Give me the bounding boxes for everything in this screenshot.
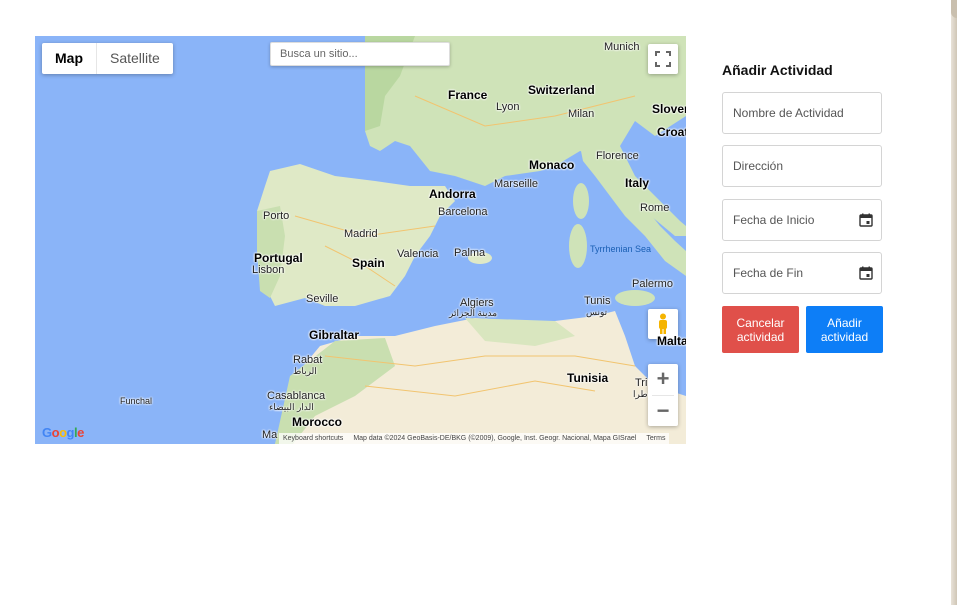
map-type-satellite-button[interactable]: Satellite xyxy=(97,43,173,74)
map-label: Munich xyxy=(604,41,640,53)
map-label: Croat xyxy=(657,125,686,139)
map-label: Switzerland xyxy=(528,83,595,97)
map-label: Italy xyxy=(625,176,650,190)
window-edge xyxy=(951,0,957,605)
map-label: Florence xyxy=(596,150,639,162)
map-label: Palermo xyxy=(632,278,673,290)
google-logo: Google xyxy=(42,425,84,440)
map-label: Porto xyxy=(263,210,290,222)
map-label: Malta xyxy=(657,334,686,348)
map-label: Palma xyxy=(454,247,486,259)
map-type-map-button[interactable]: Map xyxy=(42,43,97,74)
map-label: تونس xyxy=(586,307,608,317)
cancel-activity-button[interactable]: Cancelar actividad xyxy=(722,306,799,353)
map-label: Rabat xyxy=(293,354,323,366)
map-label: Lyon xyxy=(496,101,520,113)
fullscreen-icon xyxy=(655,51,671,67)
map-footer: Keyboard shortcuts Map data ©2024 GeoBas… xyxy=(279,433,670,444)
map-label: Ma xyxy=(262,429,278,441)
keyboard-shortcuts-link[interactable]: Keyboard shortcuts xyxy=(283,433,343,444)
calendar-icon[interactable] xyxy=(859,213,873,227)
map-label: Gibraltar xyxy=(309,328,360,342)
map-label: Tri xyxy=(635,377,648,389)
end-date-input[interactable]: Fecha de Fin xyxy=(722,252,882,294)
zoom-in-button[interactable]: + xyxy=(648,364,678,395)
map-label: Rome xyxy=(640,202,670,214)
map-label: Milan xyxy=(568,108,595,120)
map-label: Portugal xyxy=(254,251,303,265)
end-date-placeholder: Fecha de Fin xyxy=(733,266,804,280)
start-date-input[interactable]: Fecha de Inicio xyxy=(722,199,882,241)
fullscreen-button[interactable] xyxy=(648,44,678,74)
map-label: Tyrrhenian Sea xyxy=(590,244,652,254)
map-label: طرا xyxy=(633,389,648,399)
map-label: الرباط xyxy=(293,366,317,376)
terms-link[interactable]: Terms xyxy=(646,433,665,444)
form-title: Añadir Actividad xyxy=(722,62,833,78)
map-label: الدار البيضاء xyxy=(269,402,314,412)
map-type-control[interactable]: Map Satellite xyxy=(42,43,173,74)
map-label: Spain xyxy=(352,256,385,270)
place-search-input[interactable]: Busca un sitio... xyxy=(270,42,450,66)
map-label: Slover xyxy=(652,102,686,116)
map-label: Casablanca xyxy=(267,390,326,402)
map-label: Funchal xyxy=(120,396,153,406)
start-date-placeholder: Fecha de Inicio xyxy=(733,213,815,227)
activity-name-input[interactable]: Nombre de Actividad xyxy=(722,92,882,134)
map-label: Marseille xyxy=(494,178,539,190)
map-label: Tunis xyxy=(584,295,611,307)
window-corner xyxy=(951,0,957,18)
zoom-control[interactable]: + − xyxy=(648,364,678,426)
map-label: Lisbon xyxy=(252,264,285,276)
map-view[interactable]: Map Satellite Busca un sitio... + − Muni… xyxy=(35,36,686,444)
map-label: Andorra xyxy=(429,187,476,201)
map-label: مدينة الجزائر xyxy=(449,308,498,318)
address-input[interactable]: Dirección xyxy=(722,145,882,187)
map-label: France xyxy=(448,88,488,102)
map-label: Tunisia xyxy=(567,371,609,385)
calendar-icon[interactable] xyxy=(859,266,873,280)
add-activity-button[interactable]: Añadir actividad xyxy=(806,306,883,353)
map-attribution: Map data ©2024 GeoBasis-DE/BKG (©2009), … xyxy=(353,435,637,442)
page: Map Satellite Busca un sitio... + − Muni… xyxy=(0,0,957,605)
zoom-out-button[interactable]: − xyxy=(648,396,678,427)
map-label: Monaco xyxy=(529,158,575,172)
map-label: Madrid xyxy=(344,228,378,240)
map-label: Morocco xyxy=(292,415,343,429)
pegman-icon xyxy=(659,313,667,334)
map-label: Barcelona xyxy=(438,206,488,218)
map-label: Seville xyxy=(306,293,339,305)
map-label: Valencia xyxy=(397,248,439,260)
